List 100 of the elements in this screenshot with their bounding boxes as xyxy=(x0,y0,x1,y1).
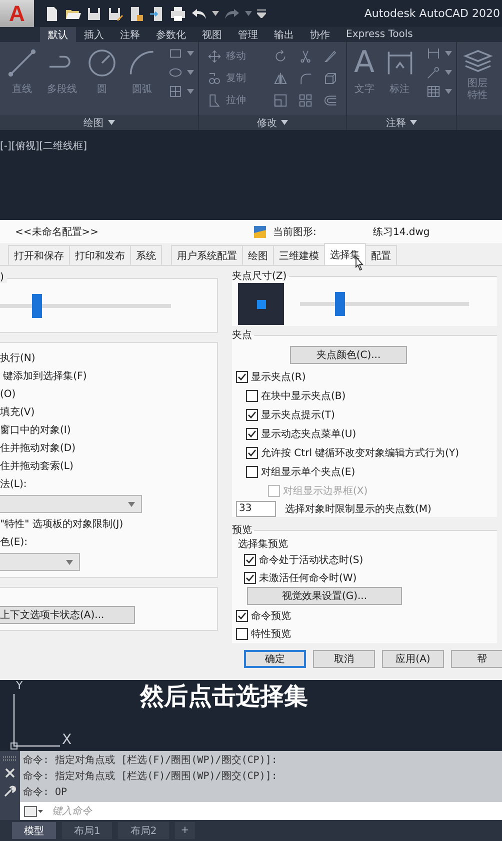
checkbox[interactable] xyxy=(244,554,256,566)
offset-icon xyxy=(323,92,338,108)
caret-icon xyxy=(187,89,194,94)
close-icon[interactable] xyxy=(5,768,15,778)
new-file-icon[interactable] xyxy=(44,6,60,22)
array-icon xyxy=(298,92,313,108)
panel-title[interactable]: 绘图 xyxy=(84,116,104,130)
dialog-tab[interactable]: 系统 xyxy=(130,245,162,265)
ribbon-tab[interactable]: 插入 xyxy=(76,27,112,42)
checkbox[interactable] xyxy=(236,370,248,382)
save-as-icon[interactable] xyxy=(107,6,123,22)
command-history-line: 命令: OP xyxy=(23,786,68,800)
panel-title[interactable]: 注释 xyxy=(386,116,406,130)
print-icon[interactable] xyxy=(170,6,186,22)
checkbox-label: 显示夹点提示(T) xyxy=(261,408,335,422)
layout-tab[interactable]: 布局2 xyxy=(118,822,169,839)
trim-icon xyxy=(298,48,313,64)
checkbox[interactable] xyxy=(236,628,248,640)
ribbon-options-button[interactable]: 上下文选项卡状态(A)... xyxy=(0,606,135,624)
checkbox[interactable] xyxy=(244,572,256,584)
caret-icon xyxy=(444,70,452,75)
viewport-controls[interactable]: [-][俯视][二维线框] xyxy=(0,139,88,153)
panel-title[interactable]: 修改 xyxy=(257,116,277,130)
current-drawing-name: 练习14.dwg xyxy=(373,226,430,238)
ucs-axes-icon xyxy=(10,692,60,750)
mirror-icon xyxy=(273,70,288,86)
command-input-field[interactable]: 键入命令 xyxy=(48,802,502,820)
dialog-button[interactable]: 确定 xyxy=(244,650,306,668)
table-icon xyxy=(426,84,441,99)
option-label: 窗口中的对象(I) xyxy=(0,424,72,438)
checkbox-label: 对组显示边界框(X) xyxy=(283,484,368,498)
current-drawing-label: 当前图形: xyxy=(273,226,318,238)
dialog-button[interactable]: 帮 xyxy=(451,650,502,668)
profile-name: <<未命名配置>> xyxy=(15,226,100,238)
command-history-line: 命令: 指定对角点或 [栏选(F)/圈围(WP)/圈交(CP)]: xyxy=(23,754,278,768)
checkbox-label: 未激活任何命令时(W) xyxy=(259,572,357,585)
ribbon-tab[interactable]: 注释 xyxy=(112,27,148,42)
grip-square-icon xyxy=(256,300,266,308)
axis-label: X xyxy=(62,732,72,748)
checkbox-label: 显示动态夹点菜单(U) xyxy=(261,428,356,440)
slider-thumb[interactable] xyxy=(32,294,42,318)
dialog-tab[interactable]: 打开和保存 xyxy=(8,245,70,265)
checkbox[interactable] xyxy=(246,428,258,440)
option-label: 色(E): xyxy=(0,536,28,550)
checkbox[interactable] xyxy=(246,408,258,420)
wrench-icon[interactable] xyxy=(4,784,16,797)
fillet-icon xyxy=(298,70,313,86)
checkbox[interactable] xyxy=(236,610,248,622)
caret-icon xyxy=(66,560,73,564)
save-icon[interactable] xyxy=(86,6,102,22)
option-label: 住并拖动套索(L) xyxy=(0,460,74,474)
number-field[interactable]: 33 xyxy=(236,501,276,517)
group-label: ) xyxy=(0,272,7,283)
slider-thumb[interactable] xyxy=(334,292,345,316)
undo-icon[interactable] xyxy=(191,8,207,20)
window-title: Autodesk AutoCAD 2020 xyxy=(364,7,501,20)
subgroup-label: 选择集预览 xyxy=(238,538,289,551)
axis-label: Y xyxy=(16,680,23,691)
dialog-tab[interactable]: 配置 xyxy=(365,245,397,265)
pen-icon xyxy=(323,48,338,64)
customize-menu-icon[interactable] xyxy=(257,9,266,18)
dialog-tab[interactable]: 用户系统配置 xyxy=(171,245,243,265)
caret-icon xyxy=(281,120,288,125)
command-history-line: 命令: 指定对角点或 [栏选(F)/圈围(WP)/圈交(CP)]: xyxy=(23,770,278,784)
checkbox-label: 在块中显示夹点(B) xyxy=(261,390,346,402)
dialog-tab[interactable]: 选择集 xyxy=(324,243,366,265)
ribbon-tab[interactable]: 输出 xyxy=(266,27,302,42)
checkbox[interactable] xyxy=(246,390,258,402)
text-tool-glyph: A xyxy=(354,48,375,78)
grip-color-button[interactable]: 夹点颜色(C)... xyxy=(290,346,407,364)
dialog-button[interactable]: 应用(A) xyxy=(382,650,444,668)
add-layout-button[interactable]: + xyxy=(174,822,196,839)
ribbon-tab[interactable]: 默认 xyxy=(40,27,76,42)
layout-tab[interactable]: 模型 xyxy=(12,822,56,839)
command-prompt-button[interactable] xyxy=(20,802,48,820)
ribbon-tab[interactable]: 视图 xyxy=(194,27,230,42)
caret-icon xyxy=(212,11,219,16)
grip-handle-icon[interactable] xyxy=(3,756,17,762)
checkbox[interactable] xyxy=(246,466,258,478)
caret-icon xyxy=(444,89,452,94)
cube-icon xyxy=(323,70,338,86)
option-label: 住并拖动对象(D) xyxy=(0,442,77,456)
import-icon[interactable] xyxy=(149,6,165,22)
ribbon-tab[interactable]: 协作 xyxy=(302,27,338,42)
line-icon xyxy=(7,48,37,78)
device-icon[interactable] xyxy=(128,6,144,22)
checkbox[interactable] xyxy=(246,446,258,458)
option-label: (O) xyxy=(0,388,17,402)
redo-icon[interactable] xyxy=(224,8,240,20)
ribbon-tab[interactable]: 参数化 xyxy=(148,27,194,42)
ribbon-tab[interactable]: 管理 xyxy=(230,27,266,42)
layout-tab[interactable]: 布局1 xyxy=(62,822,112,839)
option-label: 键添加到选择集(F) xyxy=(2,370,88,384)
caret-icon xyxy=(187,51,194,56)
visual-effects-button[interactable]: 视觉效果设置(G)... xyxy=(247,587,402,605)
move-icon xyxy=(207,48,222,64)
caret-icon xyxy=(128,502,135,506)
dialog-button[interactable]: 取消 xyxy=(313,650,375,668)
ribbon-tab[interactable]: Express Tools xyxy=(338,27,421,42)
checkbox-label: 特性预览 xyxy=(251,628,291,641)
